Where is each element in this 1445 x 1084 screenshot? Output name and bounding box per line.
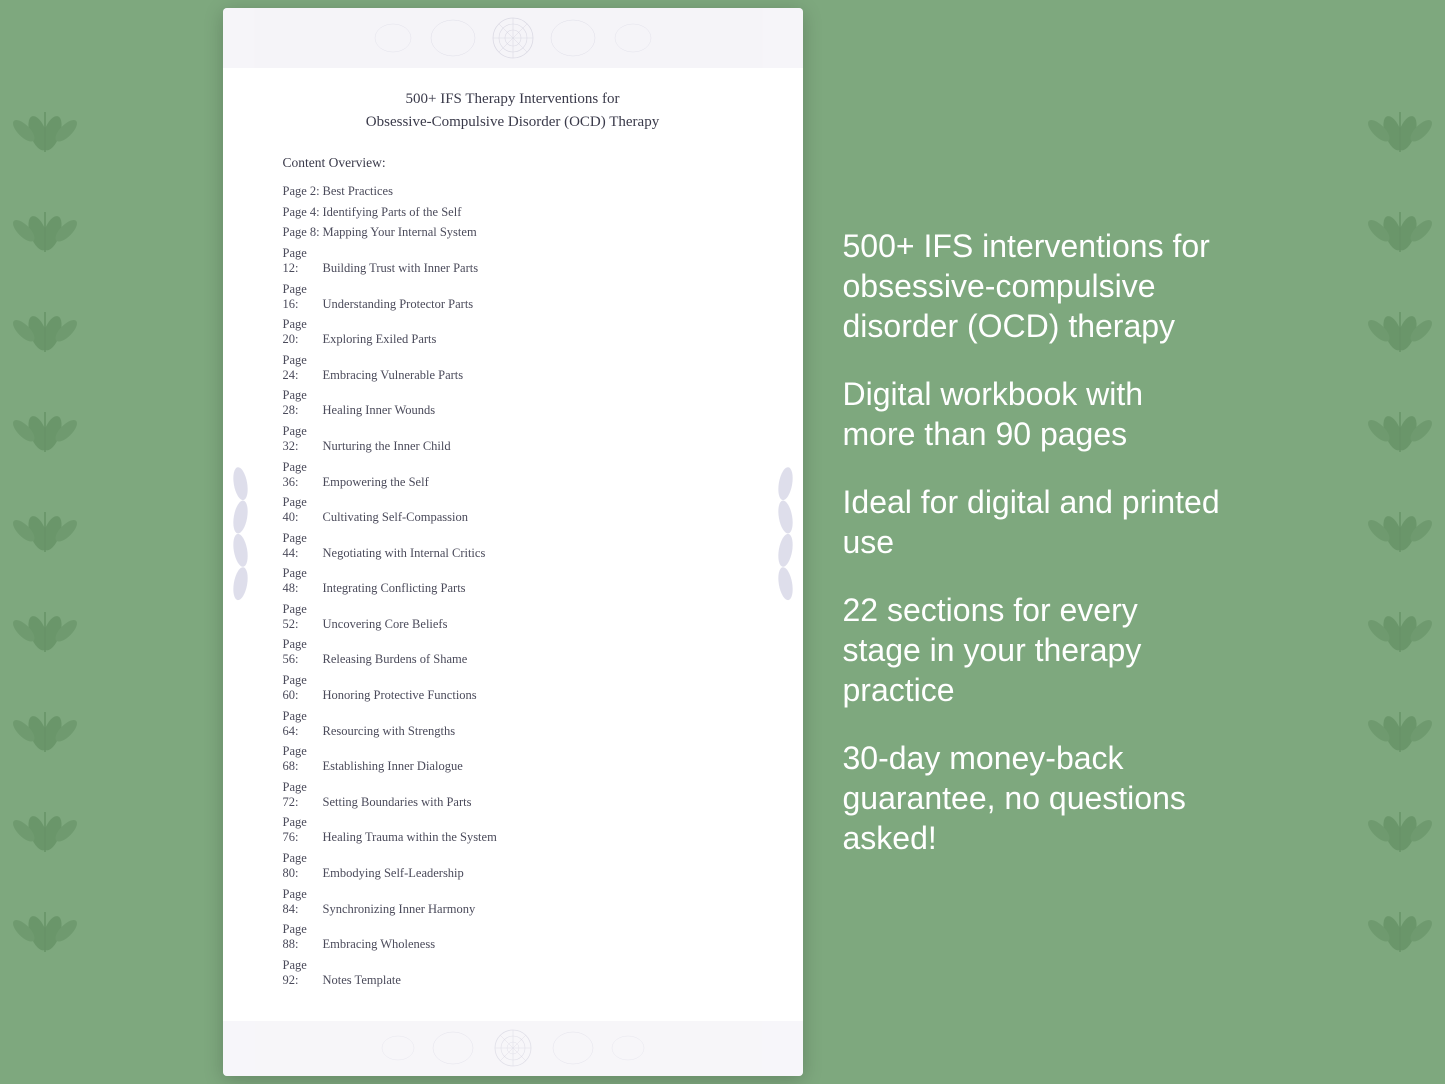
toc-title: Resourcing with Strengths [323, 724, 456, 738]
table-of-contents-item: Page 4:Identifying Parts of the Self [283, 202, 743, 223]
toc-title: Healing Trauma within the System [323, 830, 497, 844]
table-of-contents-item: Page 56:Releasing Burdens of Shame [283, 635, 743, 671]
doc-left-side-decoration [228, 442, 253, 642]
main-content: 500+ IFS Therapy Interventions for Obses… [90, 0, 1355, 1084]
info-text-4: 22 sections for every stage in your ther… [843, 590, 1223, 710]
toc-title: Honoring Protective Functions [323, 688, 477, 702]
toc-title: Uncovering Core Beliefs [323, 617, 448, 631]
doc-header-decoration [223, 8, 803, 68]
doc-footer-decoration [223, 1021, 803, 1076]
toc-page-num: Page 24: [283, 353, 323, 383]
table-of-contents-item: Page 24:Embracing Vulnerable Parts [283, 350, 743, 386]
table-of-contents-item: Page 36:Empowering the Self [283, 457, 743, 493]
toc-page-num: Page 12: [283, 246, 323, 276]
toc-title: Setting Boundaries with Parts [323, 795, 472, 809]
toc-page-num: Page 20: [283, 317, 323, 347]
table-of-contents-item: Page 80:Embodying Self-Leadership [283, 848, 743, 884]
toc-page-num: Page 2: [283, 184, 323, 199]
toc-title: Best Practices [323, 184, 393, 198]
toc-title: Healing Inner Wounds [323, 403, 436, 417]
info-text-1: 500+ IFS interventions for obsessive-com… [843, 226, 1223, 346]
toc-page-num: Page 60: [283, 673, 323, 703]
table-of-contents-item: Page 44:Negotiating with Internal Critic… [283, 528, 743, 564]
table-of-contents-item: Page 72:Setting Boundaries with Parts [283, 777, 743, 813]
document-title: 500+ IFS Therapy Interventions for Obses… [283, 88, 743, 133]
toc-page-num: Page 68: [283, 744, 323, 774]
toc-page-num: Page 76: [283, 815, 323, 845]
toc-title: Nurturing the Inner Child [323, 439, 451, 453]
table-of-contents-item: Page 92:Notes Template [283, 955, 743, 991]
toc-page-num: Page 80: [283, 851, 323, 881]
info-text-5: 30-day money-back guarantee, no question… [843, 738, 1223, 858]
table-of-contents: Page 2:Best PracticesPage 4:Identifying … [283, 181, 743, 990]
right-leaf-decoration [1355, 0, 1445, 1084]
toc-page-num: Page 64: [283, 709, 323, 739]
toc-page-num: Page 44: [283, 531, 323, 561]
toc-title: Notes Template [323, 973, 401, 987]
toc-page-num: Page 16: [283, 282, 323, 312]
toc-title: Mapping Your Internal System [323, 225, 477, 239]
info-text-2: Digital workbook with more than 90 pages [843, 374, 1223, 454]
toc-title: Identifying Parts of the Self [323, 205, 462, 219]
toc-title: Understanding Protector Parts [323, 297, 474, 311]
toc-title: Embracing Wholeness [323, 937, 436, 951]
doc-title-line2: Obsessive-Compulsive Disorder (OCD) Ther… [366, 114, 659, 130]
table-of-contents-item: Page 60:Honoring Protective Functions [283, 670, 743, 706]
table-of-contents-item: Page 12:Building Trust with Inner Parts [283, 243, 743, 279]
toc-page-num: Page 72: [283, 780, 323, 810]
table-of-contents-item: Page 64:Resourcing with Strengths [283, 706, 743, 742]
toc-title: Embodying Self-Leadership [323, 866, 464, 880]
doc-right-side-decoration [773, 442, 798, 642]
toc-page-num: Page 56: [283, 637, 323, 667]
table-of-contents-item: Page 48:Integrating Conflicting Parts [283, 564, 743, 600]
toc-title: Exploring Exiled Parts [323, 332, 437, 346]
table-of-contents-item: Page 20:Exploring Exiled Parts [283, 314, 743, 350]
toc-page-num: Page 88: [283, 922, 323, 952]
toc-title: Releasing Burdens of Shame [323, 652, 468, 666]
table-of-contents-item: Page 8:Mapping Your Internal System [283, 223, 743, 244]
toc-page-num: Page 8: [283, 225, 323, 240]
toc-label: Content Overview: [283, 155, 743, 171]
table-of-contents-item: Page 52:Uncovering Core Beliefs [283, 599, 743, 635]
table-of-contents-item: Page 40:Cultivating Self-Compassion [283, 492, 743, 528]
table-of-contents-item: Page 68:Establishing Inner Dialogue [283, 741, 743, 777]
table-of-contents-item: Page 88:Embracing Wholeness [283, 919, 743, 955]
table-of-contents-item: Page 28:Healing Inner Wounds [283, 386, 743, 422]
toc-page-num: Page 4: [283, 205, 323, 220]
toc-page-num: Page 32: [283, 424, 323, 454]
toc-title: Building Trust with Inner Parts [323, 261, 479, 275]
table-of-contents-item: Page 84:Synchronizing Inner Harmony [283, 884, 743, 920]
info-panel: 500+ IFS interventions for obsessive-com… [843, 206, 1223, 878]
toc-title: Integrating Conflicting Parts [323, 581, 466, 595]
toc-page-num: Page 52: [283, 602, 323, 632]
toc-page-num: Page 84: [283, 887, 323, 917]
table-of-contents-item: Page 16:Understanding Protector Parts [283, 279, 743, 315]
toc-title: Negotiating with Internal Critics [323, 546, 486, 560]
toc-page-num: Page 28: [283, 388, 323, 418]
toc-page-num: Page 40: [283, 495, 323, 525]
toc-title: Cultivating Self-Compassion [323, 510, 468, 524]
table-of-contents-item: Page 2:Best Practices [283, 181, 743, 202]
document-card: 500+ IFS Therapy Interventions for Obses… [223, 8, 803, 1075]
toc-page-num: Page 36: [283, 460, 323, 490]
toc-title: Establishing Inner Dialogue [323, 759, 463, 773]
toc-title: Synchronizing Inner Harmony [323, 902, 476, 916]
toc-page-num: Page 92: [283, 958, 323, 988]
info-text-3: Ideal for digital and printed use [843, 482, 1223, 562]
table-of-contents-item: Page 76:Healing Trauma within the System [283, 813, 743, 849]
document-body: 500+ IFS Therapy Interventions for Obses… [223, 68, 803, 1020]
toc-title: Embracing Vulnerable Parts [323, 368, 464, 382]
toc-page-num: Page 48: [283, 566, 323, 596]
doc-title-line1: 500+ IFS Therapy Interventions for [406, 91, 620, 107]
toc-title: Empowering the Self [323, 475, 429, 489]
table-of-contents-item: Page 32:Nurturing the Inner Child [283, 421, 743, 457]
left-leaf-decoration [0, 0, 90, 1084]
